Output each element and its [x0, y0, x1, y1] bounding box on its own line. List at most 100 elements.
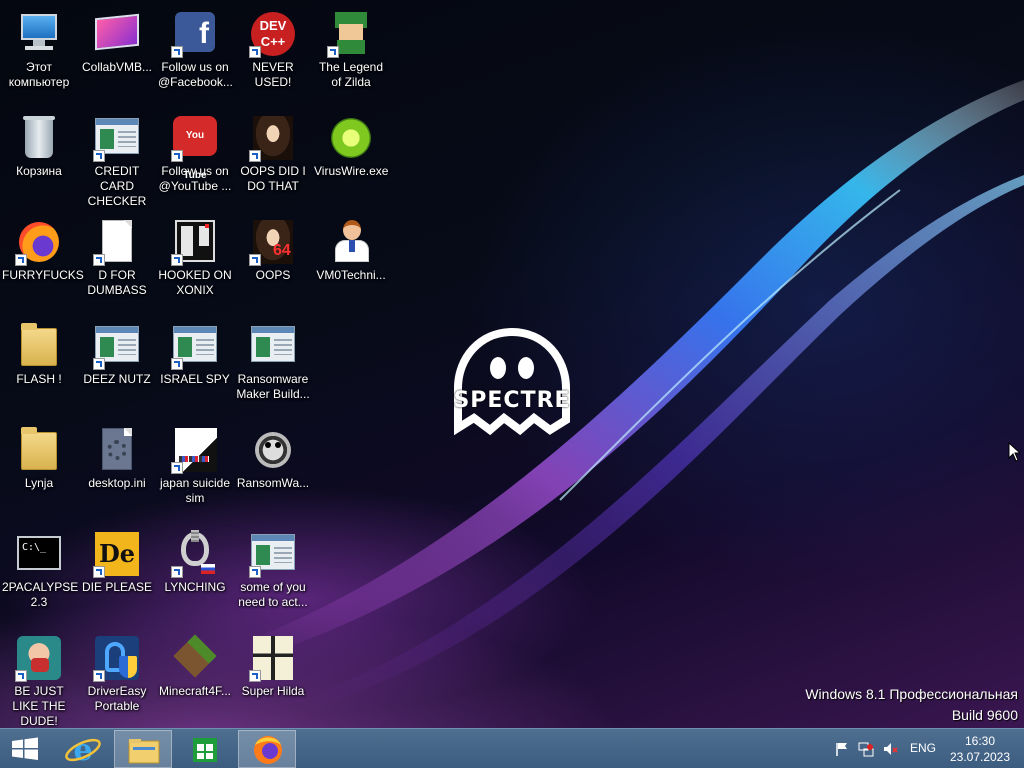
folder-icon: [15, 426, 63, 474]
desktop-icon-credit-card-checker[interactable]: CREDIT CARD CHECKER: [78, 106, 156, 208]
icon-label: japan suicide sim: [159, 476, 231, 505]
desktop-icon-super-hilda[interactable]: Super Hilda: [234, 626, 312, 726]
desktop-icon-flash[interactable]: FLASH !: [0, 314, 78, 414]
desktop-icon-facebook[interactable]: f Follow us on @Facebook...: [156, 2, 234, 102]
desktop-icon-lynching[interactable]: LYNCHING: [156, 522, 234, 622]
icon-label: 2PACALYPSE 2.3: [2, 580, 79, 609]
volume-muted-icon[interactable]: [882, 741, 898, 757]
network-icon[interactable]: [858, 741, 874, 757]
desktop-icon-japan-suicide-sim[interactable]: japan suicide sim: [156, 418, 234, 518]
taskbar-firefox[interactable]: [238, 730, 296, 768]
icon-label: HOOKED ON XONIX: [158, 268, 232, 297]
windows-watermark: Windows 8.1 Профессиональная Build 9600: [805, 684, 1018, 726]
icon-label: BE JUST LIKE THE DUDE!: [12, 684, 66, 728]
icon-label: Minecraft4F...: [158, 684, 232, 698]
icon-label: OOPS DID I DO THAT: [240, 164, 306, 193]
icon-label: D FOR DUMBASS: [87, 268, 147, 297]
taskbar-store[interactable]: [180, 730, 230, 768]
desktop[interactable]: Этот компьютер Корзина FURRYFUCKS FLASH …: [0, 0, 1024, 728]
desktop-icon-hooked-on-xonix[interactable]: HOOKED ON XONIX: [156, 210, 234, 310]
portrait-icon: 64: [249, 218, 297, 266]
icon-label: Lynja: [24, 476, 54, 490]
ghost-icon: [454, 327, 570, 436]
icon-label: FLASH !: [16, 372, 62, 386]
computer-icon: [15, 10, 63, 58]
desktop-icon-vm0techni[interactable]: VM0Techni...: [312, 210, 390, 310]
desktop-icon-legend-of-zilda[interactable]: The Legend of Zilda: [312, 2, 390, 102]
shortcut-arrow-icon: [249, 670, 261, 682]
taskbar: e ENG 16:30 23.07.2023: [0, 728, 1024, 768]
clock-date: 23.07.2023: [949, 750, 1011, 764]
zelda-sprite-icon: [327, 10, 375, 58]
shortcut-arrow-icon: [93, 150, 105, 162]
spectre-logo: SPECTRE: [440, 327, 584, 440]
icon-label: Этот компьютер: [8, 60, 70, 89]
taskbar-internet-explorer[interactable]: e: [58, 730, 108, 768]
shortcut-arrow-icon: [93, 358, 105, 370]
folder-icon: [15, 322, 63, 370]
desktop-icon-die-please[interactable]: De DIE PLEASE: [78, 522, 156, 622]
shortcut-arrow-icon: [171, 462, 183, 474]
shortcut-arrow-icon: [171, 566, 183, 578]
youtube-icon: You Tube: [171, 114, 219, 181]
mouse-cursor-icon: [1008, 442, 1020, 462]
start-button[interactable]: [0, 730, 50, 768]
desktop-icon-drivereasy-portable[interactable]: DriverEasy Portable: [78, 626, 156, 726]
desktop-icon-oops-did-i-do-that[interactable]: OOPS DID I DO THAT: [234, 106, 312, 206]
svg-text:e: e: [73, 733, 92, 768]
desktop-icon-d-for-dumbass[interactable]: D FOR DUMBASS: [78, 210, 156, 310]
icon-label: VirusWire.exe: [314, 164, 389, 178]
shortcut-arrow-icon: [15, 670, 27, 682]
application-icon: [93, 322, 141, 370]
desktop-icon-furryfucks[interactable]: FURRYFUCKS: [0, 210, 84, 310]
icon-label: RansomWa...: [236, 476, 310, 490]
noose-icon: [171, 530, 219, 578]
file-explorer-icon: [128, 739, 160, 764]
icon-label: DEEZ NUTZ: [83, 372, 151, 386]
drivereasy-icon: [93, 634, 141, 682]
desktop-icon-recycle-bin[interactable]: Корзина: [0, 106, 78, 206]
internet-explorer-icon: e: [65, 733, 101, 768]
icon-label: The Legend of Zilda: [318, 60, 384, 89]
shortcut-arrow-icon: [327, 46, 339, 58]
taskbar-file-explorer[interactable]: [114, 730, 172, 768]
desktop-icon-this-pc[interactable]: Этот компьютер: [0, 2, 78, 102]
desktop-icon-viruswire[interactable]: VirusWire.exe: [312, 106, 390, 206]
icon-label: Ransomware Maker Build...: [236, 372, 310, 401]
language-indicator[interactable]: ENG: [910, 741, 936, 755]
icon-label: LYNCHING: [164, 580, 226, 594]
shortcut-arrow-icon: [15, 254, 27, 266]
desktop-icon-ransomware[interactable]: RansomWa...: [234, 418, 312, 518]
shortcut-arrow-icon: [171, 150, 183, 162]
settings-file-icon: [93, 426, 141, 474]
desktop-icon-minecraft[interactable]: Minecraft4F...: [156, 626, 234, 726]
desktop-icon-collabvm[interactable]: CollabVMB...: [78, 2, 156, 102]
desktop-icon-some-of-you[interactable]: some of you need to act...: [234, 522, 312, 622]
desktop-icon-oops[interactable]: 64 OOPS: [234, 210, 312, 310]
desktop-icon-deez-nutz[interactable]: DEEZ NUTZ: [78, 314, 156, 414]
desktop-icon-lynja[interactable]: Lynja: [0, 418, 78, 518]
desktop-icon-be-just-like-the-dude[interactable]: BE JUST LIKE THE DUDE!: [0, 626, 78, 728]
watermark-build: Build 9600: [951, 707, 1018, 723]
desktop-icon-youtube[interactable]: You Tube Follow us on @YouTube ...: [156, 106, 234, 206]
shortcut-arrow-icon: [171, 358, 183, 370]
facebook-icon: f: [171, 10, 219, 58]
desktop-icon-never-used[interactable]: DEV C++ NEVER USED!: [234, 2, 312, 102]
die-icon: De: [93, 530, 141, 578]
desktop-icon-ransomware-maker[interactable]: Ransomware Maker Build...: [234, 314, 312, 414]
icon-label: NEVER USED!: [252, 60, 294, 89]
desktop-icon-israel-spy[interactable]: ISRAEL SPY: [156, 314, 234, 414]
taskbar-clock[interactable]: 16:30 23.07.2023: [948, 733, 1012, 765]
icon-label: FURRYFUCKS: [2, 268, 84, 282]
desktop-icon-2pacalypse[interactable]: C:\_ 2PACALYPSE 2.3: [0, 522, 78, 622]
shortcut-arrow-icon: [249, 46, 261, 58]
icon-label: OOPS: [255, 268, 291, 282]
icon-label: VM0Techni...: [316, 268, 386, 282]
action-center-flag-icon[interactable]: [834, 741, 850, 757]
application-icon: [249, 322, 297, 370]
desktop-icon-desktop-ini[interactable]: desktop.ini: [78, 418, 156, 518]
japan-suicide-sim-icon: [171, 426, 219, 474]
store-icon: [193, 738, 217, 762]
watermark-edition: Windows 8.1 Профессиональная: [805, 686, 1018, 702]
firefox-icon: [254, 736, 282, 764]
